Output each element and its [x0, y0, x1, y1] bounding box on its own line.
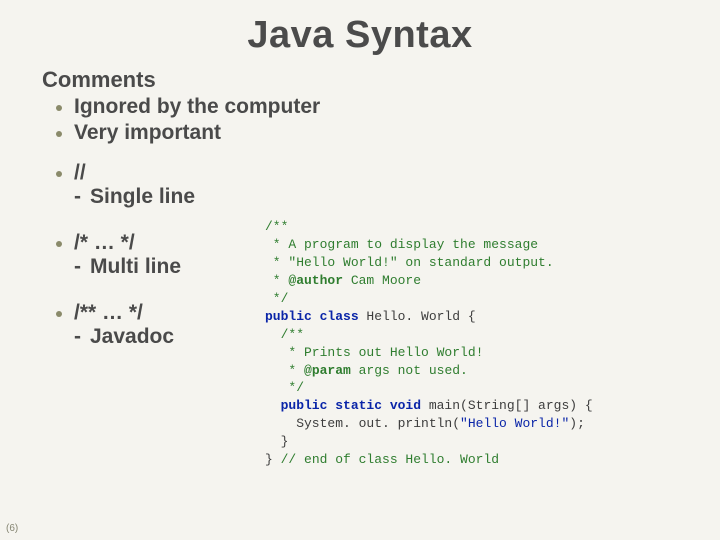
javadoc-tag: @author	[288, 273, 343, 288]
code-text: }	[265, 452, 281, 467]
code-text: {	[460, 309, 476, 324]
code-keyword: public class	[265, 309, 366, 324]
code-text: );	[569, 416, 585, 431]
code-line: /**	[265, 219, 288, 234]
slide: Java Syntax Comments Ignored by the comp…	[0, 0, 720, 540]
code-text: main	[429, 398, 460, 413]
bullet-item: Ignored by the computer	[56, 95, 720, 119]
syntax-head: //	[74, 161, 720, 185]
code-line: */	[265, 380, 304, 395]
code-keyword: public static void	[265, 398, 429, 413]
code-line: *	[265, 273, 288, 288]
slide-title: Java Syntax	[0, 0, 720, 57]
page-number: (6)	[6, 523, 18, 534]
code-line: * Prints out Hello World!	[265, 345, 483, 360]
code-string: "Hello World!"	[460, 416, 569, 431]
code-text: (String[] args) {	[460, 398, 593, 413]
code-line: */	[265, 291, 288, 306]
code-text: Hello. World	[366, 309, 460, 324]
code-line: Cam Moore	[343, 273, 421, 288]
syntax-sub: Single line	[74, 185, 720, 209]
code-example: /** * A program to display the message *…	[265, 218, 593, 469]
syntax-item-single-line: // Single line	[56, 161, 720, 209]
code-text: }	[265, 434, 288, 449]
code-line: * "Hello World!" on standard output.	[265, 255, 554, 270]
section-heading: Comments	[42, 67, 720, 93]
code-line: *	[265, 363, 304, 378]
intro-bullets: Ignored by the computer Very important	[56, 95, 720, 145]
code-line: args not used.	[351, 363, 468, 378]
code-line: /**	[265, 327, 304, 342]
code-line: * A program to display the message	[265, 237, 538, 252]
javadoc-tag: @param	[304, 363, 351, 378]
code-comment: // end of class Hello. World	[281, 452, 499, 467]
bullet-item: Very important	[56, 121, 720, 145]
code-text: System. out. println(	[265, 416, 460, 431]
